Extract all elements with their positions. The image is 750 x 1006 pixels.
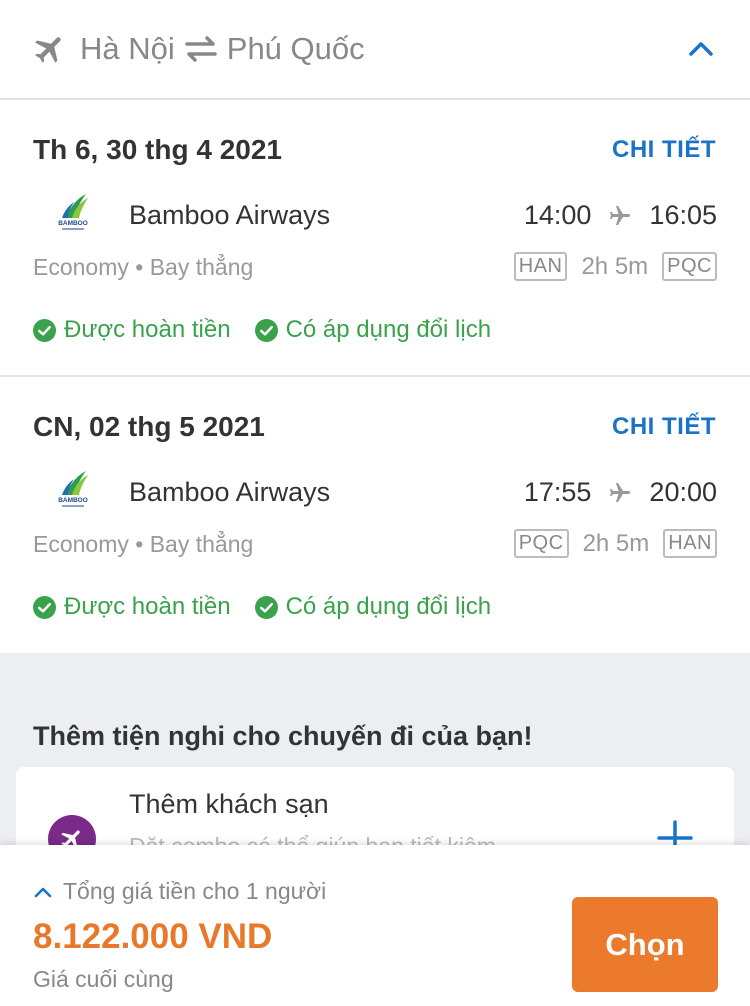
final-price-label: Giá cuối cùng: [33, 966, 174, 992]
total-price-label: Tổng giá tiền cho 1 người: [63, 878, 327, 904]
reschedule-label: Có áp dụng đổi lịch: [285, 316, 492, 343]
route-codes: PQC 2h 5m HAN: [513, 529, 717, 558]
price-footer: Tổng giá tiền cho 1 người 8.122.000 VND …: [0, 845, 750, 1006]
svg-text:BAMBOO: BAMBOO: [58, 220, 88, 227]
detail-link[interactable]: CHI TIẾT: [612, 413, 716, 441]
bamboo-airways-logo: BAMBOO: [52, 192, 94, 234]
from-airport-code: PQC: [513, 529, 569, 558]
flight-duration: 2h 5m: [582, 529, 650, 557]
arrive-time: 16:05: [649, 200, 717, 230]
cabin-info: Economy • Bay thẳng: [33, 531, 254, 557]
add-hotel-title: Thêm khách sạn: [129, 789, 329, 819]
cabin-info: Economy • Bay thẳng: [33, 254, 254, 280]
choose-button[interactable]: Chọn: [572, 897, 718, 992]
reschedule-badge: Có áp dụng đổi lịch: [254, 593, 492, 621]
flight-badges: Được hoàn tiền Có áp dụng đổi lịch: [33, 593, 515, 621]
cabin-class: Economy: [33, 254, 129, 280]
depart-time: 14:00: [523, 200, 592, 230]
reschedule-badge: Có áp dụng đổi lịch: [254, 316, 492, 344]
refundable-label: Được hoàn tiền: [64, 593, 231, 620]
to-airport-code: PQC: [662, 252, 717, 281]
origin-city: Hà Nội: [80, 31, 175, 66]
stops-info: Bay thẳng: [149, 254, 254, 280]
cabin-class: Economy: [33, 531, 129, 557]
refundable-badge: Được hoàn tiền: [33, 316, 231, 344]
check-circle-icon: [254, 595, 278, 619]
flight-card-return: CN, 02 thg 5 2021 CHI TIẾT BAMBOO Bamboo…: [0, 377, 750, 652]
check-circle-icon: [254, 318, 278, 342]
flight-duration: 2h 5m: [581, 252, 649, 280]
stops-info: Bay thẳng: [149, 531, 254, 557]
arrive-time: 20:00: [649, 477, 717, 507]
route-header[interactable]: Hà Nội Phú Quốc: [0, 0, 750, 100]
reschedule-label: Có áp dụng đổi lịch: [285, 593, 492, 620]
route-codes: HAN 2h 5m PQC: [513, 252, 717, 281]
flight-date: Th 6, 30 thg 4 2021: [33, 134, 282, 165]
chevron-up-icon[interactable]: [686, 34, 716, 64]
add-ons-title: Thêm tiện nghi cho chuyến đi của bạn!: [33, 721, 533, 751]
from-airport-code: HAN: [513, 252, 568, 281]
destination-city: Phú Quốc: [226, 31, 365, 66]
check-circle-icon: [33, 595, 56, 619]
airplane-icon: [32, 31, 68, 67]
detail-link[interactable]: CHI TIẾT: [612, 136, 716, 164]
swap-arrows-icon: [183, 35, 219, 63]
bamboo-airways-logo: BAMBOO: [52, 469, 94, 511]
airplane-right-icon: [605, 204, 635, 228]
refundable-label: Được hoàn tiền: [64, 316, 231, 343]
check-circle-icon: [33, 318, 56, 342]
chevron-up-icon: [33, 885, 53, 899]
refundable-badge: Được hoàn tiền: [33, 593, 231, 621]
total-price: 8.122.000 VND: [33, 917, 273, 956]
svg-text:BAMBOO: BAMBOO: [58, 497, 88, 504]
route-summary: Hà Nội Phú Quốc: [32, 31, 365, 67]
flight-card-outbound: Th 6, 30 thg 4 2021 CHI TIẾT BAMBOO Bamb…: [0, 100, 750, 377]
flight-date: CN, 02 thg 5 2021: [33, 411, 265, 442]
flight-badges: Được hoàn tiền Có áp dụng đổi lịch: [33, 316, 515, 344]
depart-time: 17:55: [523, 477, 592, 507]
airplane-right-icon: [605, 481, 635, 505]
to-airport-code: HAN: [663, 529, 717, 558]
total-price-toggle[interactable]: Tổng giá tiền cho 1 người: [33, 878, 326, 905]
airline-name: Bamboo Airways: [129, 477, 331, 507]
flight-times: 17:55 20:00: [524, 477, 717, 508]
airline-name: Bamboo Airways: [129, 200, 331, 230]
flight-times: 14:00 16:05: [524, 200, 717, 231]
